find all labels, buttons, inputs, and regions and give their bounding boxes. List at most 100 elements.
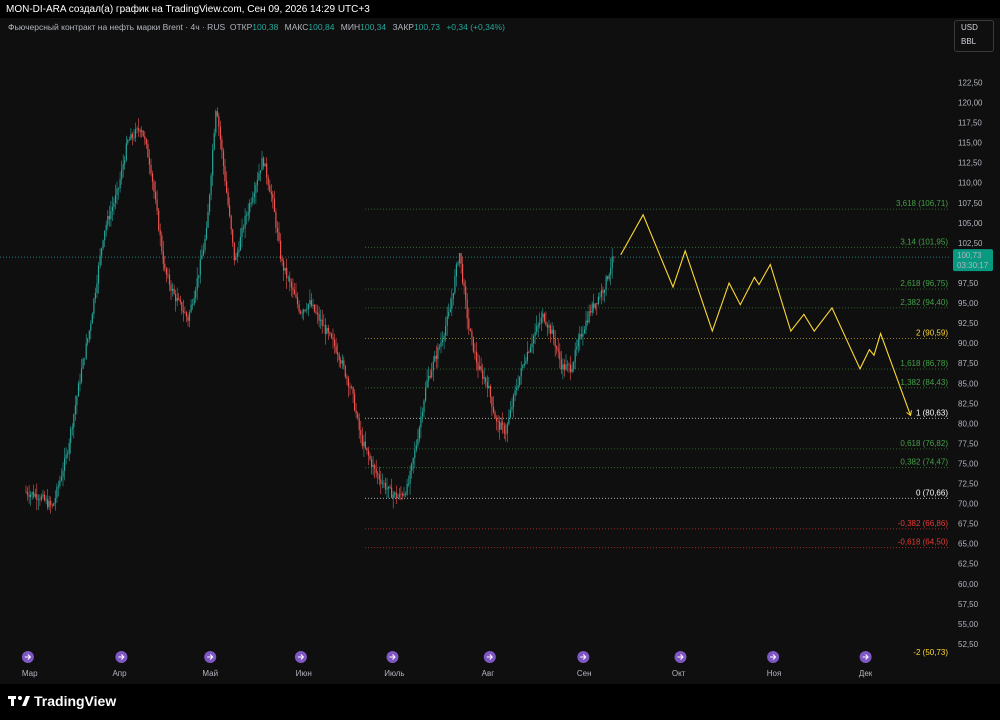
candle-body — [556, 346, 558, 349]
fib-level-label: 0,382 (74,47) — [900, 458, 948, 467]
candle-body — [317, 312, 319, 314]
candle-body — [300, 311, 302, 314]
candle-body — [104, 230, 106, 241]
candle-body — [230, 215, 232, 230]
y-tick-label: 57,50 — [958, 600, 979, 609]
y-tick-label: 110,00 — [958, 179, 982, 188]
candle-body — [105, 224, 107, 231]
candle-body — [542, 313, 544, 318]
candle-body — [318, 313, 320, 321]
y-tick-label: 85,00 — [958, 379, 979, 388]
candle-body — [574, 349, 576, 363]
candle-body — [329, 332, 331, 334]
projection-path — [620, 213, 913, 417]
candle-body — [36, 494, 38, 500]
candle-body — [519, 376, 521, 386]
candle-body — [596, 303, 598, 305]
time-axis[interactable]: Мар Апр Май Июн Июль Авг Сен Окт Ноя Дек — [22, 669, 873, 678]
candle-body — [605, 276, 607, 290]
candle-body — [276, 227, 279, 233]
candle-body — [236, 252, 238, 257]
candle-body — [512, 395, 515, 407]
candle-body — [182, 310, 184, 313]
candle-body — [583, 329, 586, 334]
candle-body — [255, 185, 257, 193]
candle-body — [585, 320, 587, 330]
candle-body — [239, 236, 241, 251]
x-tick-label: Дек — [859, 669, 873, 678]
candle-body — [54, 498, 56, 504]
candle-body — [409, 470, 411, 484]
y-tick-label: 90,00 — [958, 339, 979, 348]
candle-body — [90, 323, 92, 331]
candle-body — [347, 378, 349, 387]
candle-body — [323, 325, 325, 327]
candle-body — [79, 381, 81, 384]
candle-body — [562, 364, 564, 370]
candle-body — [358, 418, 360, 430]
candle-body — [437, 347, 439, 359]
candle-body — [446, 316, 448, 326]
candle-body — [202, 250, 204, 256]
candle-body — [431, 370, 433, 378]
candle-body — [599, 296, 601, 298]
candle-body — [64, 458, 66, 471]
y-tick-label: 107,50 — [958, 199, 983, 208]
candle-body — [529, 347, 532, 353]
candle-body — [313, 304, 316, 312]
candle-body — [315, 311, 317, 313]
candle-body — [124, 160, 126, 165]
candle-body — [477, 362, 479, 370]
candle-body — [539, 323, 541, 325]
candle-body — [611, 256, 613, 269]
candle-body — [565, 364, 567, 370]
candle-body — [369, 455, 371, 460]
candle-body — [222, 150, 225, 166]
candle-body — [56, 487, 58, 498]
candle-body — [516, 388, 518, 390]
candle-body — [579, 334, 581, 340]
candle-body — [352, 387, 354, 394]
candle-body — [204, 239, 206, 250]
y-tick-label: 87,50 — [958, 359, 979, 368]
candle-body — [266, 163, 268, 178]
candle-body — [372, 465, 374, 467]
candle-body — [613, 256, 615, 258]
candle-body — [229, 205, 231, 216]
event-markers[interactable] — [21, 651, 872, 663]
candle-body — [267, 177, 269, 186]
y-tick-label: 65,00 — [958, 540, 979, 549]
candle-body — [227, 192, 229, 206]
candle-body — [457, 263, 459, 265]
candle-body — [387, 486, 390, 489]
x-tick-label: Мар — [22, 669, 38, 678]
candle-body — [354, 393, 356, 411]
candle-body — [511, 406, 513, 410]
candle-body — [404, 493, 407, 495]
candle-body — [380, 479, 382, 484]
x-tick-label: Окт — [672, 669, 686, 678]
candle-body — [326, 327, 328, 334]
x-tick-label: Ноя — [767, 669, 782, 678]
candle-body — [283, 261, 285, 271]
candle-body — [60, 476, 63, 481]
candle-body — [188, 312, 191, 321]
tradingview-logo[interactable]: TradingView — [8, 693, 116, 709]
candle-body — [113, 203, 115, 208]
candle-body — [111, 207, 113, 212]
candle-body — [187, 316, 189, 321]
price-axis[interactable]: 52,50 55,00 57,50 60,00 62,50 65,00 67,50 70,00… — [958, 79, 983, 650]
candle-body — [466, 299, 468, 319]
candle-body — [147, 144, 149, 158]
candle-body — [88, 330, 90, 339]
candle-body — [76, 396, 78, 406]
candle-body — [495, 418, 498, 422]
candle-body — [343, 360, 345, 367]
candle-body — [134, 129, 137, 138]
candle-body — [600, 290, 602, 297]
price-chart[interactable]: 3,618 (106,71) 3,14 (101,95) 2,618 (96,75)… — [0, 0, 1000, 684]
candle-body — [566, 364, 569, 366]
candle-body — [238, 250, 240, 253]
candle-body — [429, 375, 431, 378]
candle-body — [62, 470, 64, 477]
